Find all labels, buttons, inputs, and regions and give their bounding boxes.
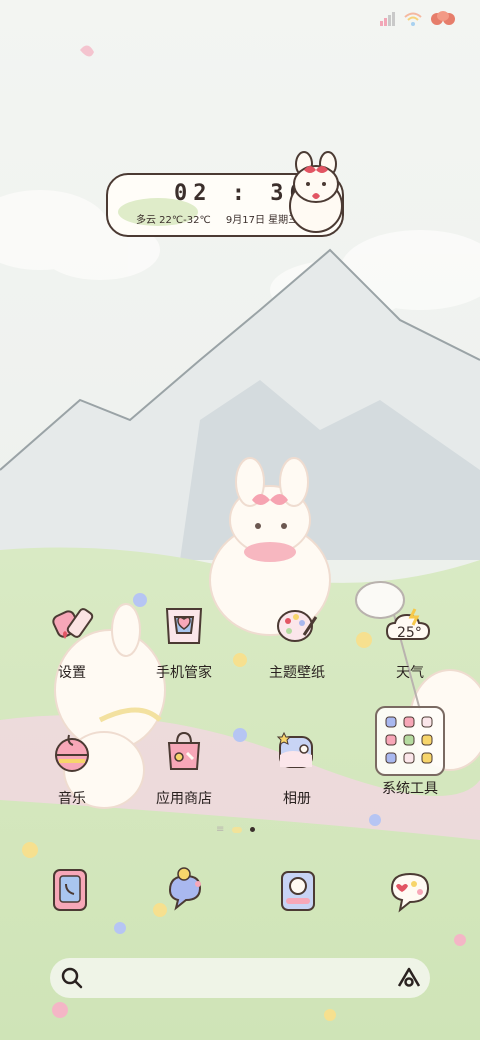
app-weather[interactable]: 25° 天气: [362, 596, 458, 682]
app-label: 相册: [283, 791, 311, 807]
dock-camera[interactable]: [268, 860, 328, 920]
dock-messages[interactable]: [154, 860, 214, 920]
app-label: 天气: [396, 665, 424, 681]
weather-text: 多云 22℃-32℃: [136, 215, 211, 226]
app-label: 主题壁纸: [269, 665, 325, 681]
app-store[interactable]: 应用商店: [136, 722, 232, 808]
app-label: 系统工具: [382, 781, 438, 797]
app-settings[interactable]: 设置: [24, 596, 120, 682]
search-icon[interactable]: [60, 966, 84, 990]
phone-icon: [53, 869, 87, 911]
system-tools-folder-icon: [375, 706, 445, 776]
app-label: 音乐: [58, 791, 86, 807]
app-label: 手机管家: [156, 665, 212, 681]
app-phone-manager[interactable]: 手机管家: [136, 596, 232, 682]
weather-temp-badge: 25°: [397, 625, 422, 641]
app-system-tools-folder[interactable]: 系统工具: [362, 706, 458, 798]
wifi-icon: [404, 11, 422, 30]
app-music[interactable]: 音乐: [24, 722, 120, 808]
phone-manager-icon: [154, 596, 214, 656]
gallery-icon: [267, 722, 327, 782]
page-dot-inactive: [232, 826, 243, 833]
chat-icon: [390, 872, 430, 913]
dock-chat[interactable]: [380, 860, 440, 920]
settings-icon: [42, 596, 102, 656]
signal-icon: [380, 11, 396, 30]
page-indicator[interactable]: ≡: [216, 824, 256, 835]
camera-icon: [281, 871, 315, 911]
app-gallery[interactable]: 相册: [249, 722, 345, 808]
themes-icon: [267, 596, 327, 656]
music-icon: [42, 722, 102, 782]
assistant-icon[interactable]: [396, 966, 422, 990]
page-dot-active: [250, 827, 256, 832]
status-bar: [380, 10, 456, 30]
weather-icon: 25°: [380, 596, 440, 656]
battery-icon: [430, 10, 456, 30]
app-label: 设置: [58, 665, 86, 681]
search-bar[interactable]: [50, 958, 430, 998]
app-label: 应用商店: [156, 791, 212, 807]
messages-icon: [168, 867, 202, 911]
page-list-icon: ≡: [216, 824, 225, 835]
app-store-icon: [154, 722, 214, 782]
dock-phone[interactable]: [40, 860, 100, 920]
app-themes[interactable]: 主题壁纸: [249, 596, 345, 682]
widget-bunny-icon: [289, 151, 343, 233]
